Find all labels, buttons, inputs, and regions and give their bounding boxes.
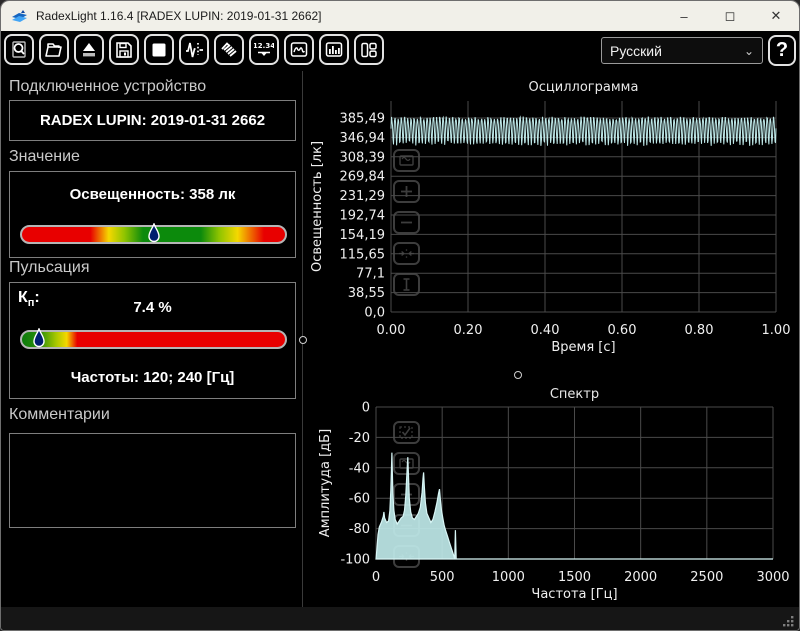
vertical-splitter-grip[interactable] — [299, 336, 307, 344]
y-tick-label: -40 — [349, 461, 370, 476]
x-tick-label: 3000 — [756, 570, 789, 585]
device-name: RADEX LUPIN: 2019-01-31 2662 — [40, 112, 265, 129]
status-bar — [1, 607, 799, 631]
toolbar-report-preview-button[interactable] — [4, 34, 34, 65]
panels-icon — [359, 40, 379, 60]
stop-square-icon — [149, 40, 169, 60]
toolbar-save-file-button[interactable] — [109, 34, 139, 65]
titlebar[interactable]: RadexLight 1.16.4 [RADEX LUPIN: 2019-01-… — [1, 1, 799, 31]
close-button[interactable]: ✕ — [753, 1, 799, 31]
y-tick-label: 346,94 — [340, 131, 386, 146]
y-tick-label: 192,74 — [340, 209, 386, 224]
magnifier-document-icon — [9, 40, 29, 60]
x-axis-label: Время [с] — [551, 340, 615, 355]
y-tick-label: 77,1 — [356, 267, 385, 282]
svg-text:12.34: 12.34 — [254, 42, 274, 50]
y-tick-label: -20 — [349, 431, 370, 446]
toolbar-stop-button[interactable] — [144, 34, 174, 65]
app-window: RadexLight 1.16.4 [RADEX LUPIN: 2019-01-… — [0, 0, 800, 631]
minimize-button[interactable]: – — [661, 1, 707, 31]
comments-input[interactable] — [10, 434, 295, 527]
floppy-icon — [114, 40, 134, 60]
toolbar-buttons: 12.34 — [4, 34, 384, 65]
y-axis-label: Освещенность [лк] — [310, 141, 325, 272]
y-tick-label: 0,0 — [364, 306, 385, 321]
frequencies-text: Частоты: 120; 240 [Гц] — [10, 369, 295, 386]
comments-box — [9, 433, 296, 528]
y-axis-label: Амплитуда [дБ] — [318, 429, 333, 537]
toolbar-read-device-button[interactable] — [74, 34, 104, 65]
wave-chart-icon — [289, 40, 309, 60]
comments-section-header: Комментарии — [9, 406, 110, 424]
toolbar: 12.34 Русский ⌄ ? — [1, 31, 799, 71]
chevron-down-icon: ⌄ — [744, 44, 754, 58]
value-box: Освещенность: 358 лк — [9, 171, 296, 258]
language-value: Русский — [610, 43, 662, 59]
eject-icon — [79, 40, 99, 60]
y-tick-label: -100 — [340, 553, 370, 568]
x-tick-label: 2500 — [690, 570, 723, 585]
toolbar-clear-sweep-button[interactable] — [214, 34, 244, 65]
toolbar-open-file-button[interactable] — [39, 34, 69, 65]
open-folder-icon — [44, 40, 64, 60]
x-tick-label: 0.60 — [608, 323, 637, 338]
kp-value: 7.4 % — [10, 299, 295, 316]
x-tick-label: 0.20 — [454, 323, 483, 338]
y-tick-label: -60 — [349, 492, 370, 507]
window-title: RadexLight 1.16.4 [RADEX LUPIN: 2019-01-… — [36, 9, 322, 23]
bar-chart-icon — [324, 40, 344, 60]
y-tick-label: 154,19 — [340, 228, 386, 243]
x-tick-label: 1000 — [492, 570, 525, 585]
y-tick-label: -80 — [349, 522, 370, 537]
toolbar-pulsation-mode-button[interactable] — [179, 34, 209, 65]
x-tick-label: 0.80 — [685, 323, 714, 338]
x-tick-label: 0.00 — [377, 323, 406, 338]
oscillogram-waveform — [391, 117, 776, 146]
oscillogram-chart[interactable]: 385,49 346,94 308,39 269,84 231,29 192,74 154,… — [307, 77, 793, 379]
resize-grip[interactable] — [781, 614, 795, 628]
y-tick-label: 115,65 — [340, 247, 386, 262]
device-section-header: Подключенное устройство — [9, 78, 206, 96]
illuminance-reading: Освещенность: 358 лк — [10, 186, 295, 203]
chart-title: Осциллограмма — [529, 80, 639, 95]
x-tick-label: 0.40 — [531, 323, 560, 338]
x-tick-label: 1500 — [558, 570, 591, 585]
y-tick-label: 385,49 — [340, 112, 386, 127]
pulsation-section-header: Пульсация — [9, 259, 89, 277]
x-tick-label: 0 — [372, 570, 380, 585]
connected-device-box: RADEX LUPIN: 2019-01-31 2662 — [9, 100, 296, 141]
sweep-icon — [219, 40, 239, 60]
y-tick-label: 269,84 — [340, 170, 386, 185]
toolbar-spectrum-view-button[interactable] — [319, 34, 349, 65]
toolbar-layout-view-button[interactable] — [354, 34, 384, 65]
value-section-header: Значение — [9, 148, 80, 166]
x-tick-label: 500 — [430, 570, 455, 585]
toolbar-oscillogram-view-button[interactable] — [284, 34, 314, 65]
maximize-button[interactable]: ◻ — [707, 1, 753, 31]
pulsation-scale-bar — [20, 330, 287, 349]
spectrum-chart[interactable]: 0-20-40-60-80-10005001000150020002500300… — [307, 384, 793, 607]
x-tick-label: 2000 — [624, 570, 657, 585]
illuminance-scale-bar — [20, 225, 287, 244]
illuminance-marker — [147, 223, 161, 244]
chart-title: Спектр — [550, 387, 599, 402]
y-tick-label: 38,55 — [348, 286, 385, 301]
pulsation-box: Кп: 7.4 % Частоты: 120; 240 [Гц] — [9, 282, 296, 399]
pulsation-marker — [32, 328, 46, 349]
digits-icon: 12.34 — [254, 40, 274, 60]
toolbar-numeric-display-button[interactable]: 12.34 — [249, 34, 279, 65]
y-tick-label: 308,39 — [340, 150, 386, 165]
x-axis-label: Частота [Гц] — [531, 587, 617, 602]
x-tick-label: 1.00 — [762, 323, 791, 338]
pulse-wave-icon — [184, 40, 204, 60]
y-tick-label: 231,29 — [340, 189, 386, 204]
help-button[interactable]: ? — [768, 35, 796, 66]
language-select[interactable]: Русский ⌄ — [601, 37, 763, 64]
y-tick-label: 0 — [362, 401, 370, 416]
app-icon — [11, 8, 28, 25]
